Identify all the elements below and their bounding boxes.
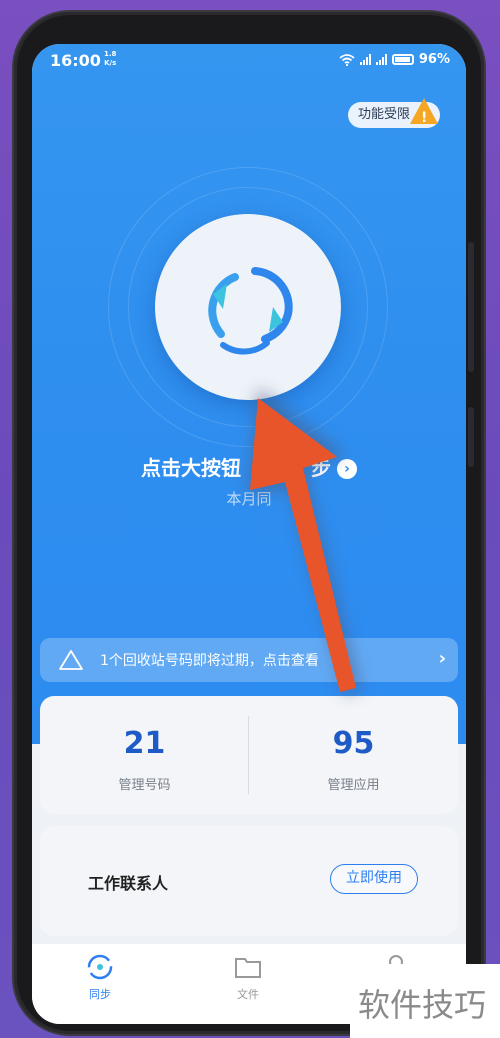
watermark: 软件技巧 (350, 964, 500, 1038)
annotation-arrow (248, 388, 360, 695)
